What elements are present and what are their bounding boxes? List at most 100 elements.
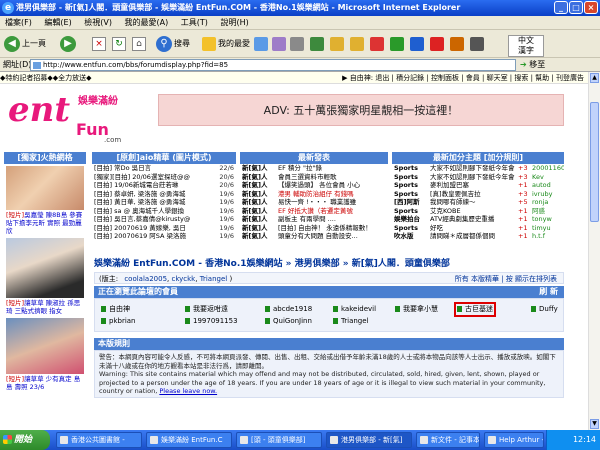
list-item[interactable]: [西]阿斯 我問哪有師練～ +5 ronja: [394, 198, 564, 207]
list-item[interactable]: [目拍] 19/06新城電台莊若琳 20/6: [94, 181, 236, 190]
moderator-link[interactable]: ckyckk: [171, 275, 195, 283]
extra-button-4[interactable]: [370, 35, 384, 53]
list-item[interactable]: [目拍] 20070619 黃嫁樂, 吳日 19/6: [94, 224, 236, 233]
online-user-highlighted[interactable]: 古巨基迷: [454, 302, 496, 317]
latest-posts-header[interactable]: 最新發表: [240, 152, 388, 164]
task-button[interactable]: 娛樂滿紛 EntFun.C: [146, 432, 232, 448]
vertical-scrollbar[interactable]: ▲ ▼: [588, 72, 600, 430]
favorites-button[interactable]: 我的最愛: [202, 35, 250, 53]
online-user[interactable]: Triangel: [333, 317, 369, 326]
refresh-link[interactable]: 刷 新: [539, 286, 558, 298]
list-item[interactable]: 新[氣]人 易快一齊 !・・・ 職業護雖: [242, 198, 388, 207]
forum-options[interactable]: 所有 本版精華 | 按 顯示在排列表: [455, 273, 557, 285]
menu-file[interactable]: 檔案(F): [0, 16, 37, 30]
list-item[interactable]: 新[氣]人 港男 輔助防治組仔 有錢嗎: [242, 190, 388, 199]
home-button[interactable]: ⌂: [132, 35, 146, 53]
moderator-link[interactable]: Triangel: [200, 275, 228, 283]
list-item[interactable]: [目拍] 吳日言,蔡嘉倩@kirusty@ 19/6: [94, 215, 236, 224]
online-user[interactable]: abcde1918: [265, 305, 312, 314]
extra-button-6[interactable]: [410, 35, 424, 53]
online-user[interactable]: kakeidevil: [333, 305, 376, 314]
minimize-button[interactable]: _: [554, 1, 568, 14]
extra-button-2[interactable]: [330, 35, 344, 53]
site-logo[interactable]: ent 娛樂滿紛 Fun .com: [4, 86, 132, 144]
extra-button-8[interactable]: [450, 35, 464, 53]
online-user[interactable]: QuiGonJinn: [265, 317, 312, 326]
menu-help[interactable]: 說明(H): [215, 16, 253, 30]
leave-link[interactable]: Please leave now.: [159, 387, 217, 395]
list-item[interactable]: Sports 麥利加盟巴塞 +1 autod: [394, 181, 564, 190]
bonus-topics-header[interactable]: 最新加分主題 [加分規則]: [392, 152, 564, 164]
list-item[interactable]: 新[氣]人 EF 積分 "拉"錄: [242, 164, 388, 173]
list-item[interactable]: 新[氣]人 【爆笑過頭】 各位會員 小心: [242, 181, 388, 190]
start-button[interactable]: 開始: [0, 430, 50, 450]
ime-indicator[interactable]: 中文 漢字: [508, 35, 544, 57]
online-user[interactable]: pkbrian: [101, 317, 136, 326]
forward-button[interactable]: ▶: [60, 35, 76, 53]
promo-caption-1[interactable]: [短片]吳嘉瑩 陳8B島 參賽貼下擔李元昕 實照 最勁麗欣: [4, 210, 86, 236]
list-item[interactable]: [目拍] 黃日華, 梁洛施 @勇海城 19/6: [94, 198, 236, 207]
list-item[interactable]: 新[氣]人 EF 好抵大讚（若遷定黃號: [242, 207, 388, 216]
close-button[interactable]: ×: [584, 1, 598, 14]
promo-caption-3[interactable]: [短片]讓草草 少有真定 島島 壽照 23/6: [4, 374, 86, 392]
search-button[interactable]: ⚲ 搜尋: [156, 35, 190, 53]
extra-button-3[interactable]: [350, 35, 364, 53]
menu-favorites[interactable]: 我的最愛(A): [120, 16, 174, 30]
back-button[interactable]: ◀ 上一頁: [4, 35, 46, 53]
print-button[interactable]: [290, 35, 304, 53]
menu-edit[interactable]: 編輯(E): [39, 16, 76, 30]
list-item[interactable]: [獨家][目拍] 20/06選室探班@@ 20/6: [94, 173, 236, 182]
maximize-button[interactable]: □: [569, 1, 583, 14]
mail-button[interactable]: [272, 35, 286, 53]
list-item[interactable]: 吹水版 請問睇＊成層都係個問 +1 h.t.f: [394, 232, 564, 241]
breadcrumb[interactable]: 娛樂滿紛 EntFun.COM - 香港No.1娛樂網站 » 港男俱樂部 » 新…: [94, 256, 450, 269]
list-item[interactable]: 娛樂拍台 ATV經典劇集歷史重播 +1 tonyw: [394, 215, 564, 224]
online-user[interactable]: 1997091153: [185, 317, 238, 326]
list-item[interactable]: 新[氣]人 會員三選資料市輕歌: [242, 173, 388, 182]
list-item[interactable]: [目拍] 20070619 阿SA 梁洛施 19/6: [94, 232, 236, 241]
online-user[interactable]: 我要返咁遠: [185, 305, 228, 314]
scroll-down-icon[interactable]: ▼: [590, 419, 599, 429]
list-item[interactable]: 新[氣]人 頭童分有大問題 自動設安...: [242, 232, 388, 241]
list-item[interactable]: Sports 好吃 +1 timyu: [394, 224, 564, 233]
refresh-button[interactable]: ↻: [112, 35, 126, 53]
promo-photo-3[interactable]: [6, 318, 84, 374]
list-item[interactable]: [目拍] sa @ 奧海城千人學銀換 19/6: [94, 207, 236, 216]
task-button[interactable]: 香港公共圖書館 -: [56, 432, 142, 448]
task-button[interactable]: Help Arthur - 對話: [484, 432, 544, 448]
address-input[interactable]: http://www.entfun.com/bbs/forumdisplay.p…: [30, 59, 516, 71]
list-item[interactable]: Sports 艾克KOBE +1 阿惑: [394, 207, 564, 216]
ad-banner[interactable]: ADV: 五十萬張獨家明星靚相一按這裡！: [158, 94, 564, 126]
promo-photo-1[interactable]: [6, 166, 84, 210]
task-button[interactable]: 新文件 - 記事本: [416, 432, 480, 448]
moderator-link[interactable]: coolala2005: [124, 275, 167, 283]
task-button-active[interactable]: 港男俱樂部 - 新[氣]: [326, 432, 412, 448]
list-item[interactable]: Sports 大家不如認則腳下發紙今年會 +3 20001160: [394, 164, 564, 173]
media-button[interactable]: [254, 35, 268, 53]
menu-tools[interactable]: 工具(T): [176, 16, 213, 30]
clock[interactable]: 12:14: [573, 435, 596, 444]
extra-button-9[interactable]: [470, 35, 484, 53]
promo-caption-2[interactable]: [短片]讓草草 陳淑拉 孫思琦 三點式擠眼 指女: [4, 298, 86, 316]
menu-view[interactable]: 檢視(V): [79, 16, 117, 30]
extra-button-5[interactable]: [390, 35, 404, 53]
online-user[interactable]: 我要拿小慧: [395, 305, 438, 314]
recruit-notice[interactable]: ◆特約記者招募◆◆全力放送◆: [0, 74, 92, 82]
scroll-thumb[interactable]: [590, 102, 599, 222]
stop-button[interactable]: ×: [92, 35, 106, 53]
list-item[interactable]: 新[氣]人 [目拍] 自由神！ 永遠係精報數！: [242, 224, 388, 233]
online-user[interactable]: 自由神: [101, 305, 130, 314]
extra-button-7[interactable]: [430, 35, 444, 53]
task-button[interactable]: [頭 - 頭童俱樂部]: [236, 432, 322, 448]
user-nav[interactable]: ▶ 自由神: 退出 | 積分記錄 | 控制面板 | 會員 | 聊天室 | 搜索 …: [342, 72, 584, 84]
extra-button-1[interactable]: [310, 35, 324, 53]
list-item[interactable]: Sports 大家不如認則腳下發紙今年會 +3 Kev: [394, 173, 564, 182]
promo-photo-2[interactable]: [6, 238, 84, 298]
list-item[interactable]: [目拍] 蔡卓妍, 梁洛施 @勇海城 19/6: [94, 190, 236, 199]
aio-section-header[interactable]: [原創]aio精華 (圖片模式): [92, 152, 236, 164]
list-item[interactable]: Sports [真]教皇要佩吉拉 +3 ivruby: [394, 190, 564, 199]
go-button[interactable]: ➔ 移至: [520, 59, 545, 71]
list-item[interactable]: 新[氣]人 副板主 有兩學問 ....: [242, 215, 388, 224]
online-user[interactable]: Duffy: [531, 305, 558, 314]
list-item[interactable]: [目拍] 常Do 吳日言 22/6: [94, 164, 236, 173]
